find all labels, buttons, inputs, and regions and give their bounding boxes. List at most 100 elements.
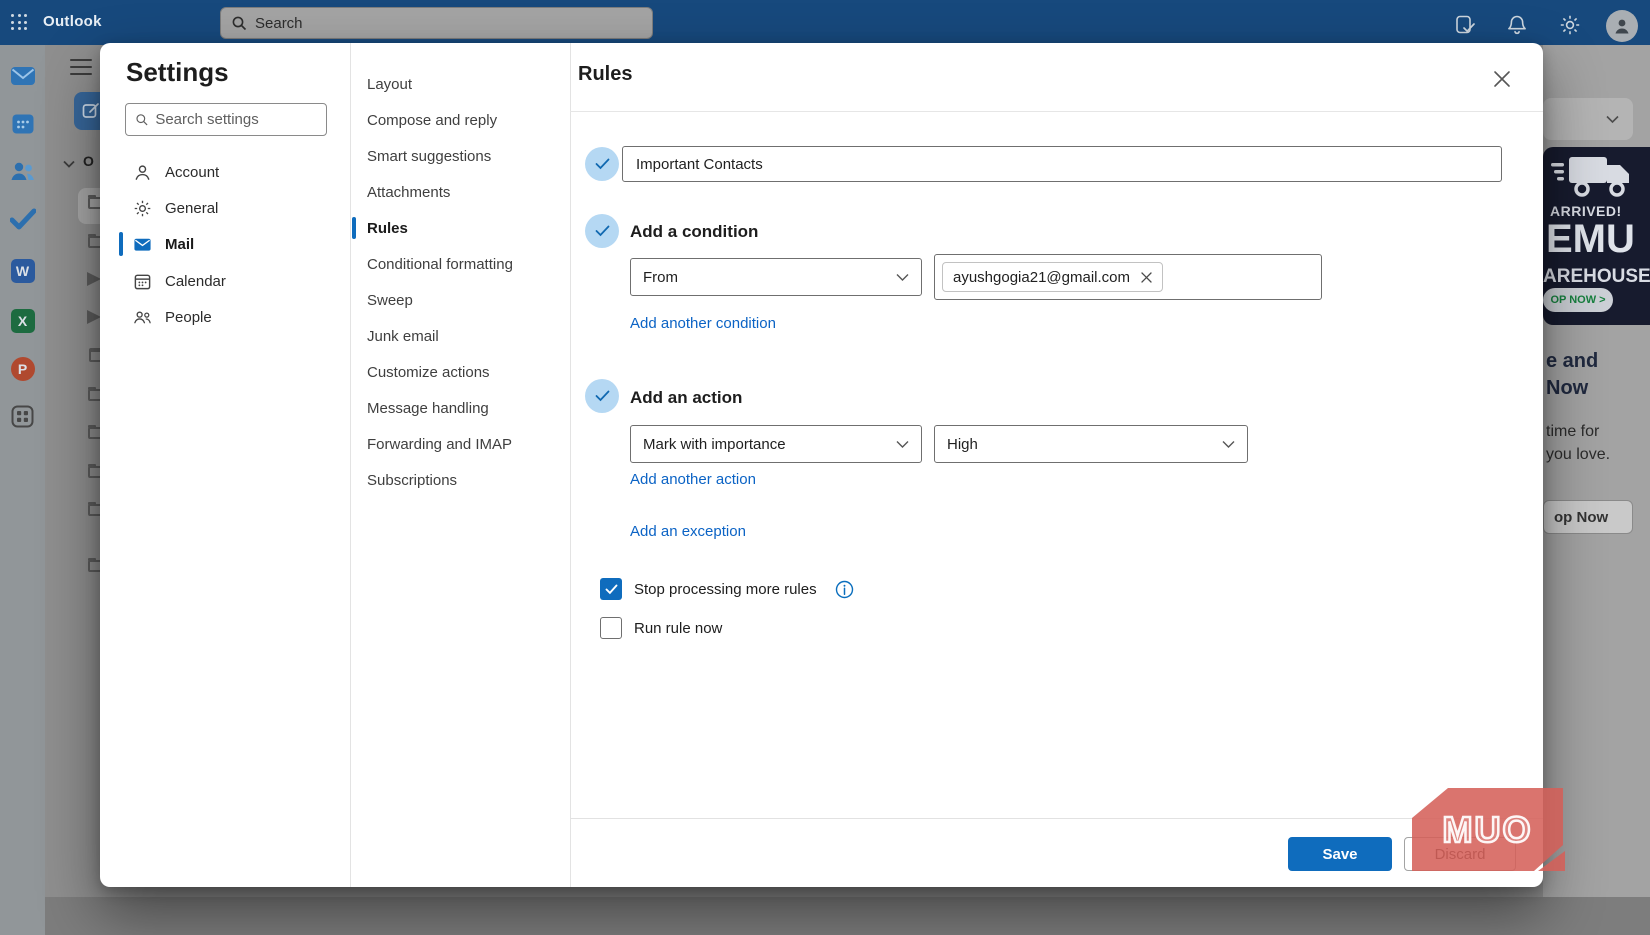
selection-indicator: [119, 232, 123, 256]
sent-items-icon[interactable]: [87, 272, 100, 286]
action-value-text: High: [947, 436, 978, 453]
footer-divider: [570, 818, 1543, 819]
global-search-placeholder: Search: [255, 15, 303, 32]
app-title: Outlook: [43, 13, 102, 30]
info-icon[interactable]: [835, 580, 854, 599]
section-conditional-formatting[interactable]: Conditional formatting: [352, 246, 568, 282]
section-message-handling[interactable]: Message handling: [352, 390, 568, 426]
section-junk-email[interactable]: Junk email: [352, 318, 568, 354]
global-search-input[interactable]: Search: [220, 7, 653, 39]
add-an-exception-link[interactable]: Add an exception: [630, 523, 746, 540]
check-icon: [595, 390, 610, 402]
folder-icon[interactable]: [88, 236, 100, 248]
add-another-condition-link[interactable]: Add another condition: [630, 315, 776, 332]
folder-icon[interactable]: [88, 466, 100, 478]
step-complete-badge: [585, 379, 619, 413]
chevron-down-icon: [1606, 115, 1619, 124]
folder-icon[interactable]: [88, 197, 100, 209]
run-rule-now-checkbox-unchecked[interactable]: [600, 617, 622, 639]
rail-calendar-icon[interactable]: [9, 110, 36, 137]
drafts-icon[interactable]: [87, 310, 100, 324]
section-compose-and-reply[interactable]: Compose and reply: [352, 102, 568, 138]
rule-name-input[interactable]: [622, 146, 1502, 182]
settings-search-box[interactable]: [125, 103, 327, 136]
deleted-items-icon[interactable]: [89, 348, 100, 362]
rail-todo-icon[interactable]: [9, 205, 36, 232]
condition-value-field[interactable]: ayushgogia21@gmail.com: [934, 254, 1322, 300]
account-avatar[interactable]: [1606, 10, 1638, 42]
section-label: Forwarding and IMAP: [367, 436, 512, 453]
section-sweep[interactable]: Sweep: [352, 282, 568, 318]
section-subscriptions[interactable]: Subscriptions: [352, 462, 568, 498]
groups-icon[interactable]: [88, 560, 100, 572]
category-calendar[interactable]: Calendar: [119, 263, 335, 299]
section-layout[interactable]: Layout: [352, 66, 568, 102]
category-account[interactable]: Account: [119, 154, 335, 190]
ad-shop-now-button[interactable]: op Now: [1543, 500, 1633, 534]
people-icon: [133, 308, 152, 327]
email-chip-text: ayushgogia21@gmail.com: [953, 269, 1130, 286]
search-icon: [231, 15, 247, 31]
add-another-action-link[interactable]: Add another action: [630, 471, 756, 488]
step-complete-badge: [585, 214, 619, 248]
tasks-icon[interactable]: [1453, 13, 1477, 37]
category-label: Calendar: [165, 273, 226, 290]
selection-indicator: [352, 217, 356, 239]
delivery-truck-icon: [1551, 153, 1643, 201]
notifications-bell-icon[interactable]: [1505, 13, 1529, 37]
section-customize-actions[interactable]: Customize actions: [352, 354, 568, 390]
app-launcher-icon[interactable]: [11, 14, 29, 32]
section-label: Conditional formatting: [367, 256, 513, 273]
ad-shop-now-pill[interactable]: OP NOW >: [1543, 288, 1613, 312]
column-divider: [350, 43, 351, 887]
section-attachments[interactable]: Attachments: [352, 174, 568, 210]
chevron-down-icon[interactable]: [63, 160, 75, 168]
compose-button-partial[interactable]: [74, 92, 100, 130]
rail-powerpoint-icon[interactable]: P: [9, 355, 36, 382]
folder-icon[interactable]: [88, 504, 100, 516]
condition-heading: Add a condition: [630, 222, 758, 242]
category-general[interactable]: General: [119, 190, 335, 226]
section-label: Compose and reply: [367, 112, 497, 129]
outlook-screen: Outlook Search W: [0, 0, 1650, 935]
dimmed-folder-pane: O: [45, 45, 100, 935]
rail-excel-icon[interactable]: X: [9, 307, 36, 334]
ad-brand-text: EMU: [1546, 217, 1635, 262]
panel-title: Rules: [578, 63, 632, 86]
rail-apps-icon[interactable]: [9, 403, 36, 430]
person-icon: [133, 163, 152, 182]
folder-icon[interactable]: [88, 427, 100, 439]
ad-banner[interactable]: ARRIVED! EMU AREHOUSE OP NOW >: [1543, 147, 1650, 325]
chevron-down-icon: [896, 273, 909, 282]
rail-mail-icon[interactable]: [9, 62, 36, 89]
section-smart-suggestions[interactable]: Smart suggestions: [352, 138, 568, 174]
section-forwarding-and-imap[interactable]: Forwarding and IMAP: [352, 426, 568, 462]
stop-processing-label: Stop processing more rules: [634, 581, 817, 598]
action-heading: Add an action: [630, 388, 742, 408]
ad-text-fragment: time for: [1546, 423, 1599, 441]
account-group-label-partial: O: [83, 153, 94, 169]
hamburger-menu-icon[interactable]: [70, 59, 92, 75]
close-dialog-button[interactable]: [1486, 63, 1518, 95]
rail-word-icon[interactable]: W: [9, 257, 36, 284]
remove-chip-icon[interactable]: [1141, 272, 1152, 283]
category-mail-selected[interactable]: Mail: [119, 226, 335, 262]
app-rail: W X P: [0, 45, 45, 935]
settings-search-input[interactable]: [155, 111, 317, 128]
section-rules-selected[interactable]: Rules: [352, 210, 568, 246]
section-label: Layout: [367, 76, 412, 93]
action-value-dropdown[interactable]: High: [934, 425, 1248, 463]
folder-icon[interactable]: [88, 389, 100, 401]
section-label: Customize actions: [367, 364, 490, 381]
save-button[interactable]: Save: [1288, 837, 1392, 871]
mail-icon: [133, 235, 152, 254]
email-chip[interactable]: ayushgogia21@gmail.com: [942, 262, 1163, 292]
rail-people-icon[interactable]: [9, 157, 36, 184]
category-people[interactable]: People: [119, 299, 335, 335]
message-filter-dropdown[interactable]: [1543, 98, 1633, 140]
condition-type-dropdown[interactable]: From: [630, 258, 922, 296]
action-type-dropdown[interactable]: Mark with importance: [630, 425, 922, 463]
stop-processing-checkbox-checked[interactable]: [600, 578, 622, 600]
action-type-value: Mark with importance: [643, 436, 786, 453]
settings-gear-icon[interactable]: [1558, 13, 1582, 37]
